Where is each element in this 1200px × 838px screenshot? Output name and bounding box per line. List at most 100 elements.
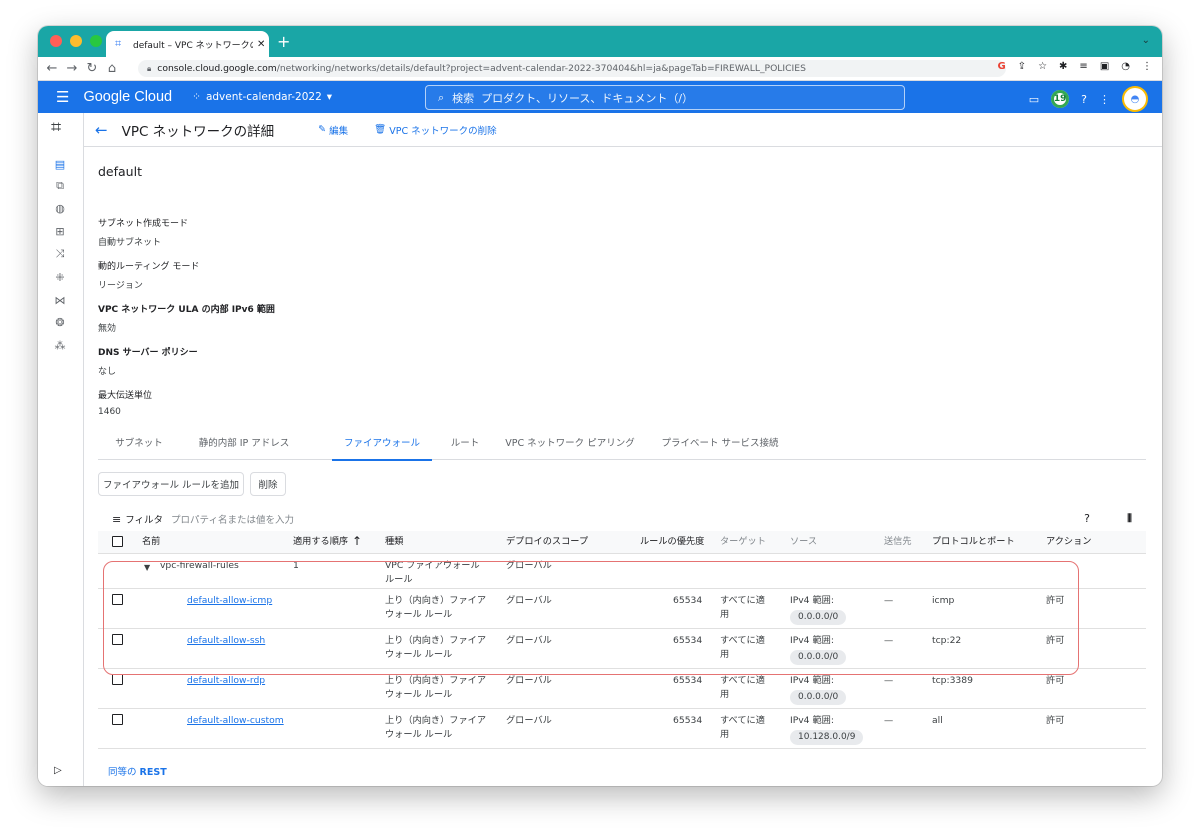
group-scope: グローバル <box>506 560 552 571</box>
col-protocol[interactable]: プロトコルとポート <box>932 535 1015 549</box>
col-name[interactable]: 名前 <box>142 535 160 549</box>
firewall-policy-icon[interactable]: ❂ <box>38 311 82 333</box>
sort-arrow-up-icon[interactable]: ↑ <box>352 534 362 548</box>
browser-tab[interactable]: ⌗ default – VPC ネットワークの詳細 ✕ <box>106 31 269 57</box>
table-group-row: ▼ vpc-firewall-rules 1 VPC ファイアウォール ルール グ… <box>98 554 1146 589</box>
col-order[interactable]: 適用する順序 <box>293 535 348 549</box>
star-icon[interactable]: ☆ <box>1038 61 1047 72</box>
tab-subnets[interactable]: サブネット <box>104 431 174 459</box>
avatar[interactable]: ◓ <box>1122 86 1148 112</box>
property-dns-policy: DNS サーバー ポリシー なし <box>98 345 198 377</box>
pencil-icon: ✎ <box>318 124 327 135</box>
rule-name-link[interactable]: default-allow-ssh <box>187 634 265 648</box>
project-name: advent-calendar-2022 <box>205 91 322 103</box>
col-target[interactable]: ターゲット <box>720 535 766 549</box>
vpc-networks-icon[interactable]: ▤ <box>38 153 82 175</box>
col-action[interactable]: アクション <box>1046 535 1091 549</box>
cloud-shell-icon[interactable]: ▭ <box>1029 93 1039 106</box>
row-checkbox[interactable] <box>112 674 123 685</box>
hamburger-menu-icon[interactable]: ☰ <box>56 88 69 106</box>
group-name: vpc-firewall-rules <box>160 560 239 571</box>
tab-strip: ⌗ default – VPC ネットワークの詳細 ✕ + ⌄ <box>38 26 1162 57</box>
tab-routes[interactable]: ルート <box>440 431 490 459</box>
property-label: サブネット作成モード <box>98 219 189 229</box>
google-translate-icon[interactable]: G <box>997 61 1005 72</box>
routes-icon[interactable]: ⤨ <box>38 243 82 265</box>
rule-name-link[interactable]: default-allow-custom <box>187 714 284 728</box>
table-row: default-allow-custom 上り（内向き）ファイア ウォール ルール… <box>98 709 1146 749</box>
edit-button[interactable]: ✎ 編集 <box>318 123 348 137</box>
forward-arrow-icon[interactable]: → <box>62 61 82 76</box>
row-checkbox[interactable] <box>112 594 123 605</box>
ip-range-chip: 0.0.0.0/0 <box>790 610 847 625</box>
col-destination[interactable]: 送信先 <box>884 535 912 549</box>
tab-static-internal-ip[interactable]: 静的内部 IP アドレス <box>188 431 300 459</box>
rule-target-line1: すべてに適 <box>720 635 765 646</box>
tab-firewall[interactable]: ファイアウォール <box>332 431 432 461</box>
reload-icon[interactable]: ↻ <box>82 61 102 76</box>
property-value: 無効 <box>98 324 117 334</box>
lock-icon: 🔒︎ <box>147 63 152 73</box>
minimize-window-button[interactable] <box>70 35 82 47</box>
expand-rail-icon[interactable]: ▷ <box>54 765 62 776</box>
kebab-menu-icon[interactable]: ⋮ <box>1099 93 1110 106</box>
rule-priority: 65534 <box>673 675 703 686</box>
project-selector[interactable]: ⁘ advent-calendar-2022 ▾ <box>192 91 332 103</box>
share-icon[interactable]: ⇪ <box>1018 61 1026 72</box>
delete-network-button[interactable]: 🗑︎ VPC ネットワークの削除 <box>374 123 496 137</box>
back-arrow-icon[interactable]: ← <box>95 121 108 139</box>
profile-icon[interactable]: ◔ <box>1121 61 1130 72</box>
reading-list-icon[interactable]: ≡ <box>1079 61 1087 72</box>
ip-range-chip: 0.0.0.0/0 <box>790 690 847 705</box>
bowtie-icon[interactable]: ⋈ <box>38 289 82 311</box>
tab-vpc-peering[interactable]: VPC ネットワーク ピアリング <box>504 431 636 459</box>
google-cloud-logo[interactable]: Google Cloud <box>83 89 172 105</box>
caret-down-icon[interactable]: ▼ <box>144 561 150 575</box>
globe-icon[interactable]: ◍ <box>38 197 82 219</box>
zoom-window-button[interactable] <box>90 35 102 47</box>
ip-addresses-icon[interactable]: ⧉ <box>38 175 82 197</box>
row-checkbox[interactable] <box>112 634 123 645</box>
col-source[interactable]: ソース <box>790 535 817 549</box>
notifications-badge[interactable]: 19 <box>1051 90 1070 108</box>
chevron-down-icon[interactable]: ⌄ <box>1142 35 1150 46</box>
col-priority[interactable]: ルールの優先度 <box>640 535 704 549</box>
table-row: default-allow-rdp 上り（内向き）ファイア ウォール ルール グロ… <box>98 669 1146 709</box>
filter-input[interactable]: プロパティ名または値を入力 <box>171 512 294 526</box>
url-path: /networking/networks/details/default?pro… <box>276 63 806 74</box>
side-panel-icon[interactable]: ▣ <box>1100 61 1109 72</box>
tab-private-service-connect[interactable]: プライベート サービス接続 <box>658 431 782 459</box>
home-icon[interactable]: ⌂ <box>102 61 122 76</box>
close-window-button[interactable] <box>50 35 62 47</box>
rule-type-line1: 上り（内向き）ファイア <box>385 675 487 686</box>
equivalent-rest-link[interactable]: 同等の REST <box>108 764 167 778</box>
puzzle-icon[interactable]: ✱ <box>1059 61 1067 72</box>
column-display-icon[interactable]: ⦀ <box>1127 512 1132 526</box>
header-actions: ▭ 19 ? ⋮ ◓ <box>1029 86 1148 112</box>
rule-name-link[interactable]: default-allow-icmp <box>187 594 272 608</box>
firewall-rules-table: 名前 適用する順序 ↑ 種類 デプロイのスコープ ルールの優先度 ターゲット ソ… <box>98 531 1146 749</box>
close-icon[interactable]: ✕ <box>257 39 265 50</box>
rule-name-link[interactable]: default-allow-rdp <box>187 674 265 688</box>
search-input[interactable]: ⌕ 検索 プロダクト、リソース、ドキュメント（/） <box>425 85 905 110</box>
add-firewall-rule-button[interactable]: ファイアウォール ルールを追加 <box>98 472 244 496</box>
help-icon[interactable]: ? <box>1084 512 1090 525</box>
rule-source: IPv4 範囲: 0.0.0.0/0 <box>790 634 847 665</box>
rule-target-line2: 用 <box>720 649 730 660</box>
property-mtu: 最大伝送単位 1460 <box>98 388 152 417</box>
col-type[interactable]: 種類 <box>385 535 403 549</box>
peering-icon[interactable]: ⁜ <box>38 266 82 288</box>
kebab-menu-icon[interactable]: ⋮ <box>1142 61 1152 72</box>
rule-destination: — <box>884 635 894 646</box>
row-checkbox[interactable] <box>112 714 123 725</box>
col-scope[interactable]: デプロイのスコープ <box>506 535 588 549</box>
select-all-checkbox[interactable] <box>112 536 123 547</box>
delete-button[interactable]: 削除 <box>250 472 286 496</box>
packet-mirroring-icon[interactable]: ⁂ <box>38 334 82 356</box>
rule-action: 許可 <box>1046 595 1065 606</box>
new-tab-button[interactable]: + <box>277 32 290 51</box>
back-arrow-icon[interactable]: ← <box>42 61 62 76</box>
grid-icon[interactable]: ⊞ <box>38 220 82 242</box>
help-icon[interactable]: ? <box>1081 93 1087 106</box>
address-bar[interactable]: 🔒︎ console.cloud.google.com/networking/n… <box>138 60 1006 77</box>
